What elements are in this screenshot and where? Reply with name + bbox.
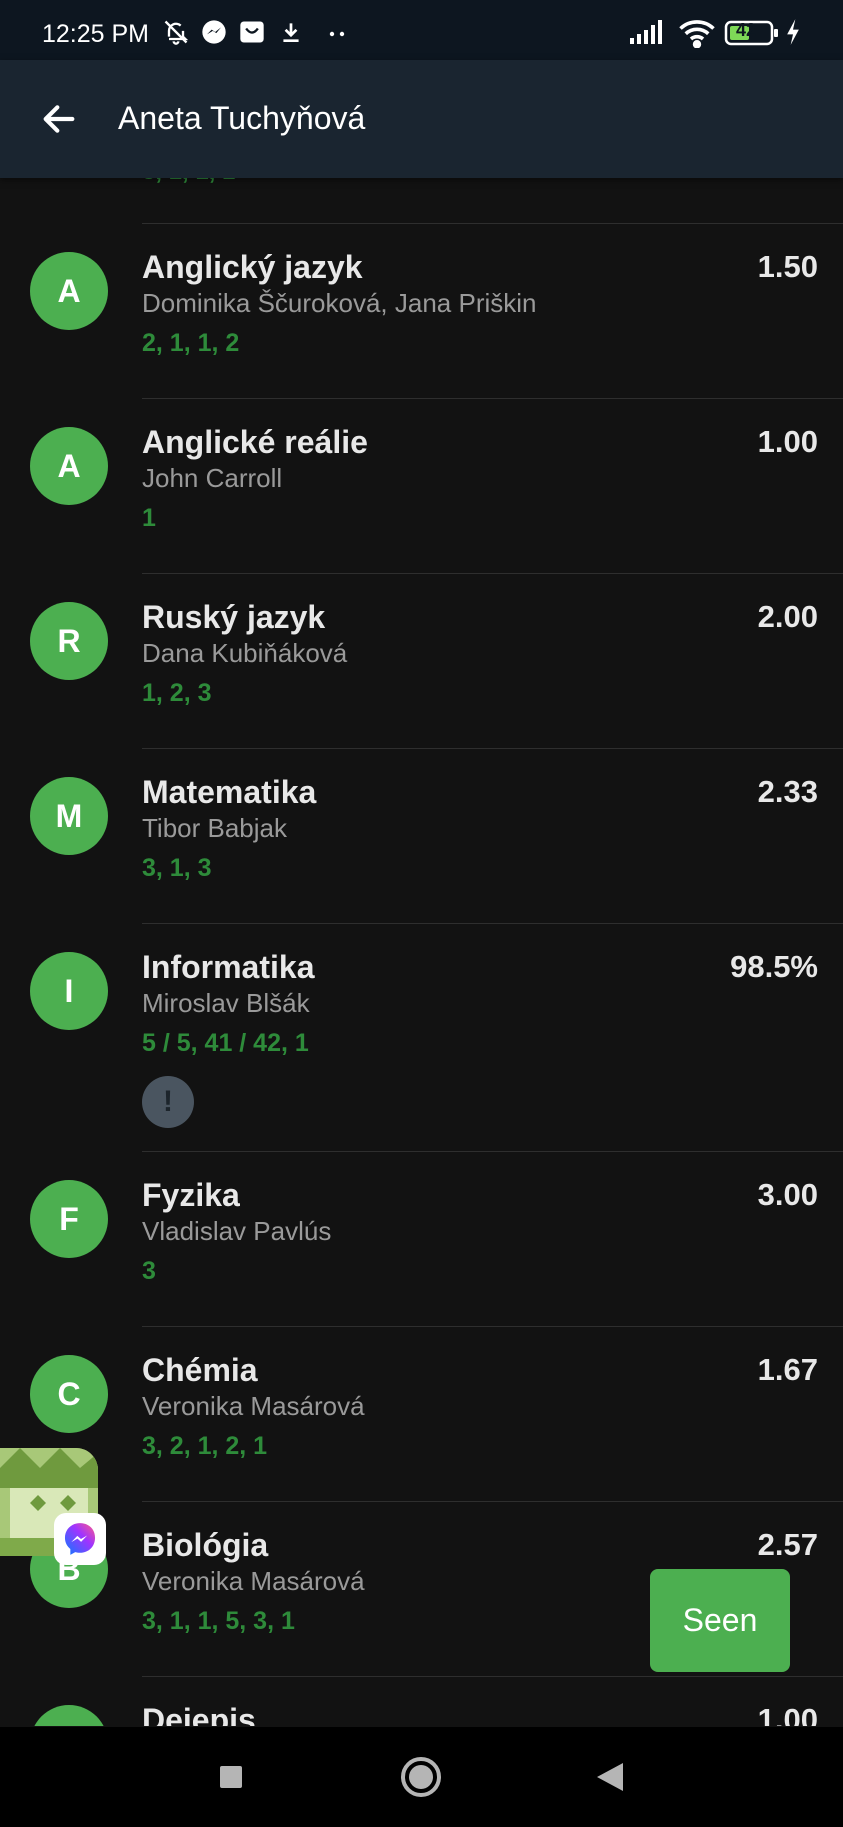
teacher-name: Miroslav Blšák <box>142 988 310 1018</box>
recents-button[interactable] <box>206 1752 256 1802</box>
more-dots-icon <box>326 18 356 48</box>
battery-level: 42 <box>736 20 757 40</box>
subject-avatar: M <box>30 777 108 855</box>
subject-avatar: A <box>30 252 108 330</box>
teacher-name: Vladislav Pavlús <box>142 1216 332 1246</box>
average-grade: 1.50 <box>757 249 818 284</box>
subject-list[interactable]: 3, 1, 1, 1 A Anglický jazyk Dominika Šču… <box>0 178 843 1726</box>
average-grade: 1.67 <box>757 1352 818 1387</box>
messenger-icon <box>200 18 230 48</box>
partial-grades: 3, 1, 1, 1 <box>142 178 235 186</box>
list-item[interactable]: F Fyzika Vladislav Pavlús 3 3.00 <box>0 1151 843 1326</box>
subject-name: Matematika <box>142 774 317 810</box>
average-grade: 2.00 <box>757 599 818 634</box>
mute-bell-icon <box>162 18 192 48</box>
status-time: 12:25 PM <box>42 20 150 48</box>
average-grade: 3.00 <box>757 1177 818 1212</box>
triangle-back-icon <box>597 1763 623 1791</box>
teacher-name: Tibor Babjak <box>142 813 287 843</box>
grades: 3, 1, 3 <box>142 854 212 882</box>
signal-icon <box>628 18 668 48</box>
grades: 2, 1, 1, 2 <box>142 329 240 357</box>
subject-name: Anglické reálie <box>142 424 368 460</box>
messenger-badge-icon <box>54 1513 106 1565</box>
download-icon <box>278 18 308 48</box>
list-item[interactable]: M Matematika Tibor Babjak 3, 1, 3 2.33 <box>0 748 843 923</box>
seen-button[interactable]: Seen <box>650 1569 790 1672</box>
list-item[interactable]: D Dejepis 1.00 <box>0 1676 843 1726</box>
subject-avatar: I <box>30 952 108 1030</box>
home-button[interactable] <box>396 1752 446 1802</box>
average-grade: 2.57 <box>757 1527 818 1562</box>
average-grade: 98.5% <box>730 949 818 984</box>
grades: 1 <box>142 504 156 532</box>
subject-name: Dejepis <box>142 1702 256 1726</box>
teacher-name: Veronika Masárová <box>142 1566 365 1596</box>
average-grade: 1.00 <box>757 1702 818 1726</box>
navigation-bar <box>0 1727 843 1827</box>
subject-name: Informatika <box>142 949 315 985</box>
average-grade: 1.00 <box>757 424 818 459</box>
teacher-name: Dana Kubiňáková <box>142 638 348 668</box>
grades: 1, 2, 3 <box>142 679 212 707</box>
square-icon <box>220 1766 242 1788</box>
subject-name: Chémia <box>142 1352 258 1388</box>
list-item[interactable]: R Ruský jazyk Dana Kubiňáková 1, 2, 3 2.… <box>0 573 843 748</box>
wifi-icon <box>678 18 718 49</box>
teacher-name: John Carroll <box>142 463 283 493</box>
subject-name: Biológia <box>142 1527 269 1563</box>
subject-avatar: R <box>30 602 108 680</box>
list-item[interactable]: A Anglický jazyk Dominika Ščuroková, Jan… <box>0 223 843 398</box>
subject-name: Fyzika <box>142 1177 240 1213</box>
subject-name: Anglický jazyk <box>142 249 363 285</box>
back-nav-button[interactable] <box>585 1752 635 1802</box>
status-bar: 12:25 PM 42 <box>0 0 843 60</box>
grades: 3, 1, 1, 5, 3, 1 <box>142 1607 295 1635</box>
battery-icon: 42 <box>724 18 780 48</box>
app-bar: Aneta Tuchyňová <box>0 60 843 178</box>
list-item[interactable]: I Informatika Miroslav Blšák 5 / 5, 41 /… <box>0 923 843 1151</box>
subject-avatar: D <box>30 1705 108 1726</box>
subject-avatar: A <box>30 427 108 505</box>
subject-name: Ruský jazyk <box>142 599 326 635</box>
teacher-name: Dominika Ščuroková, Jana Priškin <box>142 288 537 318</box>
teacher-name: Veronika Masárová <box>142 1391 365 1421</box>
alert-badge[interactable]: ! <box>142 1076 194 1128</box>
app-icon <box>238 18 268 48</box>
back-arrow-icon <box>43 105 75 133</box>
page-title: Aneta Tuchyňová <box>118 100 366 136</box>
list-item[interactable]: C Chémia Veronika Masárová 3, 2, 1, 2, 1… <box>0 1326 843 1501</box>
average-grade: 2.33 <box>757 774 818 809</box>
grades: 5 / 5, 41 / 42, 1 <box>142 1029 309 1057</box>
list-item[interactable]: A Anglické reálie John Carroll 1 1.00 <box>0 398 843 573</box>
grades: 3, 2, 1, 2, 1 <box>142 1432 268 1460</box>
home-circle-icon <box>401 1757 441 1797</box>
subject-avatar: C <box>30 1355 108 1433</box>
subject-avatar: F <box>30 1180 108 1258</box>
charging-icon <box>784 18 804 48</box>
back-button[interactable] <box>30 90 88 148</box>
grades: 3 <box>142 1257 156 1285</box>
